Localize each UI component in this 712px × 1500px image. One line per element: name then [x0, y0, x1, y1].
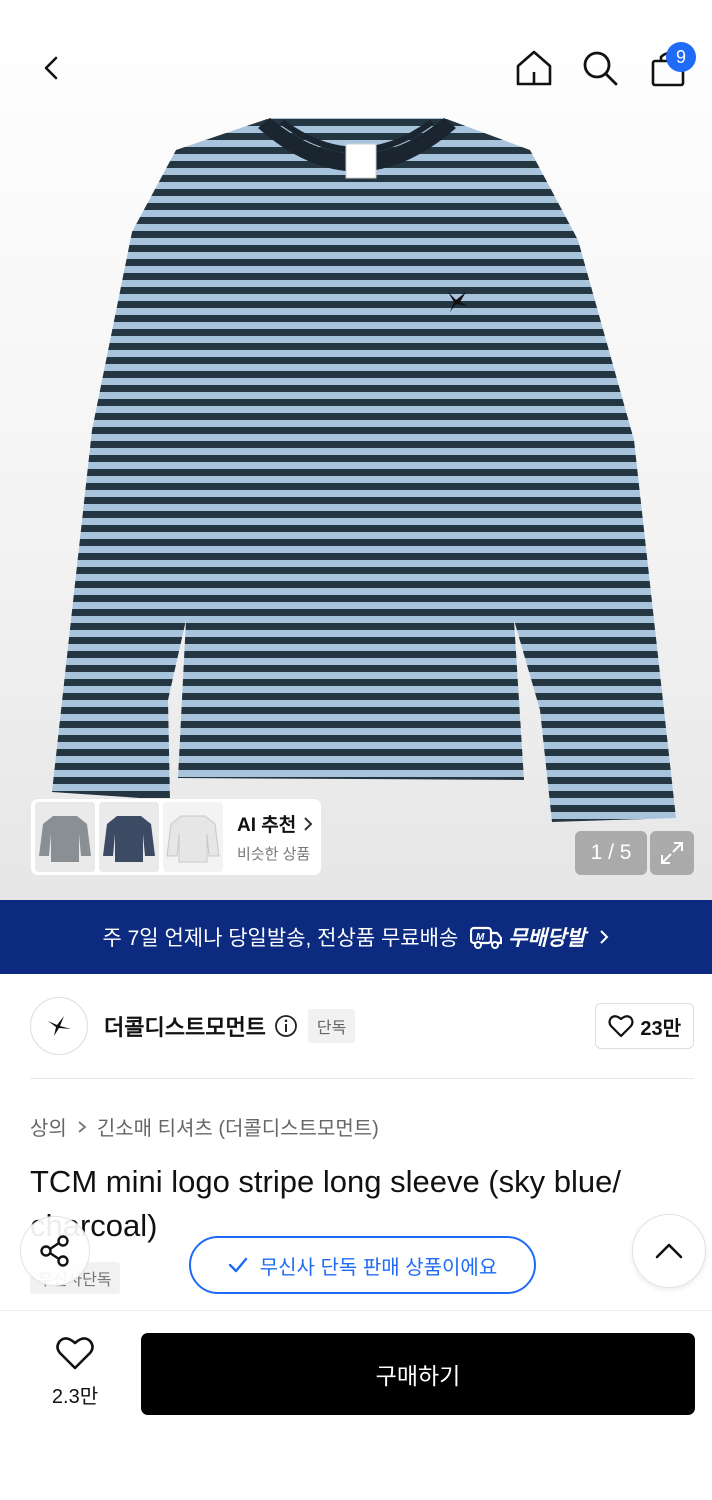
image-counter: 1 / 5 — [575, 831, 647, 875]
thumbnail-image — [163, 802, 223, 872]
cart-button[interactable]: 9 — [640, 40, 696, 96]
exclusive-toast: 무신사 단독 판매 상품이에요 — [189, 1236, 536, 1294]
brand-star-icon — [48, 1016, 71, 1036]
chevron-left-icon — [44, 56, 58, 80]
thumbnail-image — [99, 802, 159, 872]
product-title: TCM mini logo stripe long sleeve (sky bl… — [30, 1164, 621, 1243]
product-image-gallery[interactable]: 9 AI 추천 비슷한 상품 1 / 5 — [0, 0, 712, 900]
check-icon — [228, 1257, 247, 1273]
divider — [30, 1078, 694, 1079]
search-button[interactable] — [572, 40, 628, 96]
brand-like-count: 23만 — [640, 1017, 681, 1040]
truck-icon: M — [470, 926, 503, 949]
scroll-to-top-button[interactable] — [632, 1214, 706, 1288]
breadcrumb-category[interactable]: 상의 — [30, 1112, 67, 1141]
banner-text: 주 7일 언제나 당일발송, 전상품 무료배송 — [102, 927, 459, 950]
ai-recommendation-card[interactable]: AI 추천 비슷한 상품 — [30, 798, 322, 876]
chevron-right-icon — [78, 1120, 87, 1133]
ai-thumb-2[interactable] — [99, 802, 159, 872]
banner-brand-label: 무배당발 — [508, 927, 586, 950]
ai-subtitle: 비슷한 상품 — [237, 846, 311, 863]
brand-row: 더콜디스트모먼트 단독 23만 — [30, 996, 694, 1056]
toast-text: 무신사 단독 판매 상품이에요 — [259, 1256, 498, 1279]
delivery-banner[interactable]: 주 7일 언제나 당일발송, 전상품 무료배송 M 무배당발 — [0, 900, 712, 974]
wishlist-count: 2.3만 — [51, 1386, 99, 1408]
brand-like-button[interactable]: 23만 — [595, 1003, 694, 1049]
back-button[interactable] — [24, 40, 80, 96]
chevron-right-icon — [599, 930, 608, 944]
product-image — [52, 118, 676, 822]
breadcrumb: 상의 긴소매 티셔츠 (더콜디스트모먼트) — [30, 1112, 379, 1141]
share-icon — [40, 1235, 69, 1267]
info-icon — [275, 1015, 297, 1037]
share-button[interactable] — [20, 1216, 90, 1286]
home-icon — [516, 50, 552, 86]
bottom-action-bar: 2.3만 구매하기 — [0, 1310, 712, 1500]
svg-text:M: M — [476, 932, 485, 943]
wishlist-button[interactable]: 2.3만 — [30, 1335, 120, 1409]
ai-title: AI 추천 — [237, 815, 297, 836]
chevron-right-icon — [304, 816, 313, 831]
thumbnail-image — [35, 802, 95, 872]
brand-name[interactable]: 더콜디스트모먼트 — [104, 1010, 266, 1042]
brand-info-button[interactable] — [274, 1014, 298, 1038]
heart-icon — [608, 1015, 634, 1038]
home-button[interactable] — [506, 40, 562, 96]
ai-recommendation-text[interactable]: AI 추천 비슷한 상품 — [237, 810, 314, 864]
breadcrumb-subcategory[interactable]: 긴소매 티셔츠 (더콜디스트모먼트) — [97, 1112, 379, 1141]
search-icon — [583, 51, 618, 86]
buy-button[interactable]: 구매하기 — [141, 1333, 695, 1415]
ai-thumb-3[interactable] — [163, 802, 223, 872]
banner-brand: M 무배당발 — [470, 922, 586, 952]
cart-count-badge: 9 — [666, 42, 696, 72]
brand-logo[interactable] — [30, 997, 88, 1055]
chevron-up-icon — [655, 1243, 683, 1259]
expand-image-button[interactable] — [650, 831, 694, 875]
expand-icon — [661, 842, 683, 864]
ai-thumb-1[interactable] — [35, 802, 95, 872]
exclusive-tag: 단독 — [307, 1009, 356, 1043]
heart-icon — [56, 1337, 94, 1370]
